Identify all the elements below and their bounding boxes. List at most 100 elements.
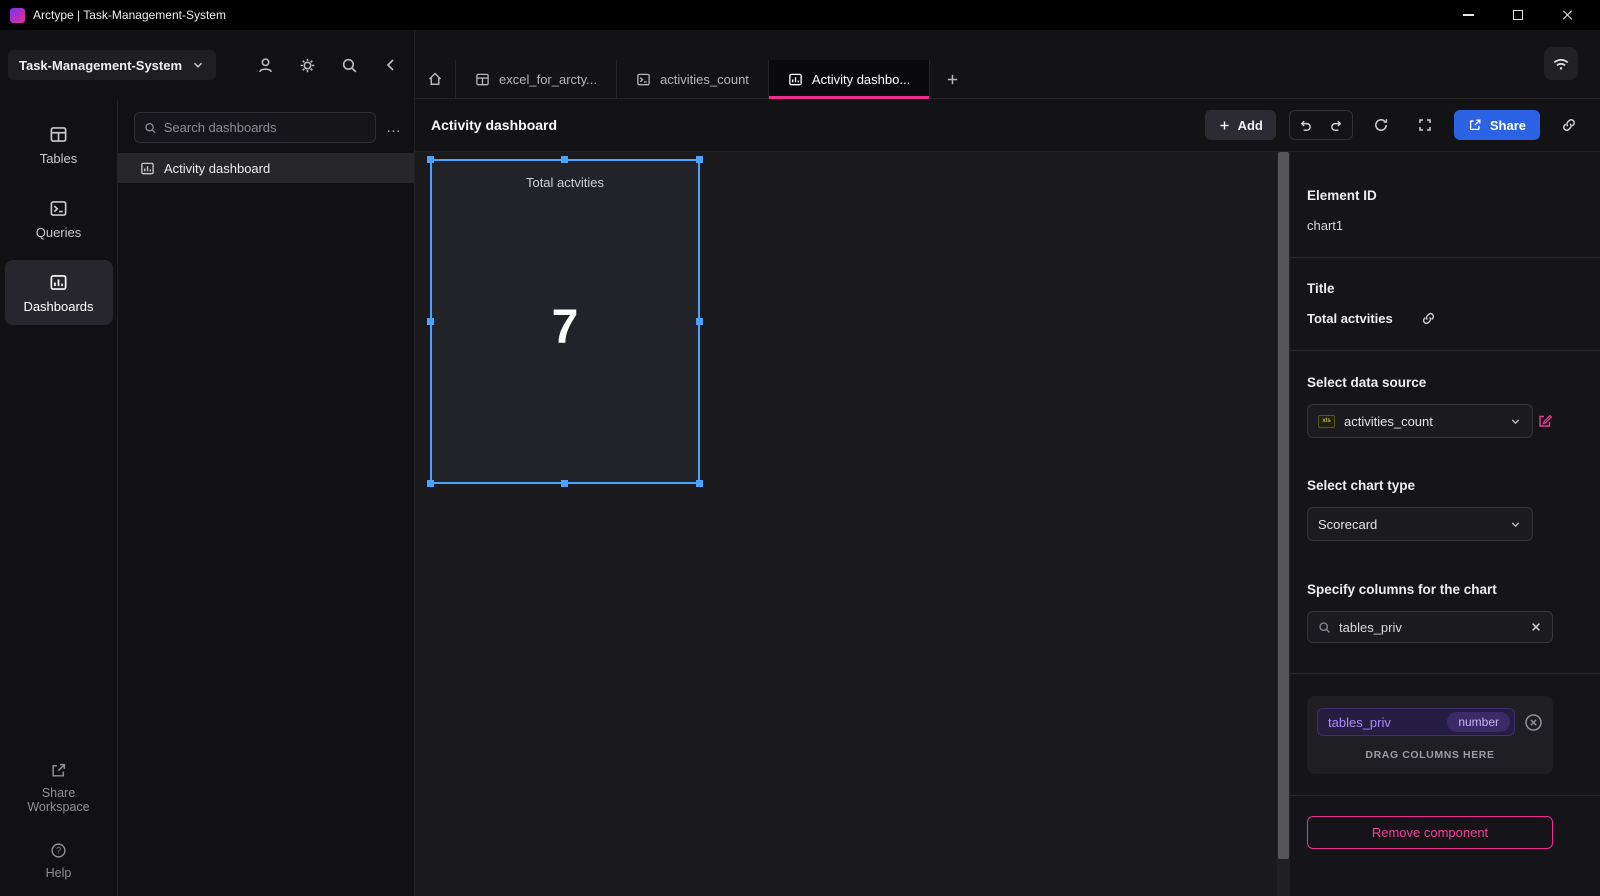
- edit-data-source-button[interactable]: [1537, 413, 1553, 429]
- redo-icon: [1331, 120, 1342, 131]
- resize-handle[interactable]: [561, 156, 568, 163]
- remove-component-button[interactable]: Remove component: [1307, 816, 1553, 849]
- undo-button[interactable]: [1290, 110, 1321, 140]
- chevron-down-icon: [1511, 418, 1520, 424]
- dashboard-list-item[interactable]: Activity dashboard: [118, 153, 414, 183]
- help-icon: ?: [51, 843, 66, 858]
- plus-icon: [1220, 120, 1229, 130]
- copy-link-button[interactable]: [1553, 110, 1584, 140]
- window-controls: [1460, 7, 1590, 23]
- collapse-sidebar-icon[interactable]: [383, 57, 399, 73]
- link-icon[interactable]: [1421, 311, 1436, 326]
- chart-type-select[interactable]: Scorecard: [1307, 507, 1533, 541]
- columns-search[interactable]: [1307, 611, 1553, 643]
- maximize-button[interactable]: [1510, 7, 1526, 23]
- tab-activity-dashboard[interactable]: Activity dashbo...: [768, 60, 931, 99]
- resize-handle[interactable]: [696, 480, 703, 487]
- table-icon: [50, 127, 67, 142]
- column-chip-name: tables_priv: [1328, 714, 1391, 730]
- resize-handle[interactable]: [561, 480, 568, 487]
- workspace-selector[interactable]: Task-Management-System: [8, 50, 217, 80]
- undo-icon: [1300, 120, 1311, 131]
- dashboards-search-input[interactable]: [163, 120, 366, 135]
- redo-button[interactable]: [1321, 110, 1352, 140]
- window-titlebar: Arctype | Task-Management-System: [0, 0, 1600, 30]
- columns-label: Specify columns for the chart: [1307, 582, 1497, 597]
- scrollbar-thumb[interactable]: [1278, 152, 1289, 859]
- resize-handle[interactable]: [696, 156, 703, 163]
- resize-handle[interactable]: [427, 317, 434, 325]
- search-icon: [1319, 621, 1330, 633]
- share-button[interactable]: Share: [1453, 110, 1540, 140]
- data-source-select[interactable]: xls activities_count: [1307, 404, 1533, 438]
- workspace-name: Task-Management-System: [19, 57, 183, 73]
- panel-overflow-menu[interactable]: …: [386, 119, 402, 136]
- columns-drop-zone[interactable]: tables_priv number DRAG COLUMNS HERE: [1307, 696, 1553, 774]
- dashboards-search[interactable]: [134, 112, 376, 143]
- element-id-label: Element ID: [1307, 188, 1377, 203]
- share-icon: [1469, 119, 1481, 131]
- sidebar-nav: Tables Queries Dashboards Share Workspac…: [0, 100, 118, 896]
- svg-text:?: ?: [56, 846, 61, 856]
- drop-zone-hint: DRAG COLUMNS HERE: [1365, 749, 1495, 761]
- search-icon[interactable]: [341, 57, 358, 74]
- fullscreen-button[interactable]: [1410, 110, 1441, 140]
- chart-type-value: Scorecard: [1318, 516, 1378, 532]
- external-link-icon: [52, 763, 66, 777]
- refresh-icon: [1375, 119, 1388, 131]
- help-label: Help: [45, 866, 72, 880]
- tab-label: Activity dashbo...: [811, 71, 911, 87]
- tab-activities-count[interactable]: activities_count: [617, 60, 769, 98]
- connection-status-button[interactable]: [1544, 47, 1578, 80]
- home-icon: [428, 72, 442, 86]
- user-icon[interactable]: [257, 57, 274, 74]
- bar-chart-icon: [789, 73, 802, 85]
- bar-chart-icon: [141, 162, 154, 174]
- sidebar-item-queries[interactable]: Queries: [5, 186, 113, 251]
- column-chip[interactable]: tables_priv number: [1317, 708, 1515, 736]
- vertical-scrollbar[interactable]: [1277, 152, 1290, 896]
- resize-handle[interactable]: [427, 480, 434, 487]
- gear-icon[interactable]: [299, 57, 316, 74]
- expand-icon: [1419, 119, 1432, 131]
- close-button[interactable]: [1560, 7, 1576, 23]
- spreadsheet-file-icon: xls: [1318, 414, 1335, 428]
- share-workspace-button[interactable]: Share Workspace: [19, 762, 99, 814]
- tab-home[interactable]: [415, 60, 456, 98]
- dashboard-item-label: Activity dashboard: [164, 160, 271, 176]
- dashboard-canvas[interactable]: Total actvities 7: [415, 152, 1277, 896]
- scorecard-value: 7: [551, 300, 579, 354]
- terminal-icon: [50, 201, 67, 216]
- resize-handle[interactable]: [427, 156, 434, 163]
- scorecard-component[interactable]: Total actvities 7: [427, 156, 703, 487]
- sidebar-item-tables[interactable]: Tables: [5, 112, 113, 177]
- scorecard-title: Total actvities: [525, 175, 605, 190]
- chevron-down-icon: [193, 62, 203, 68]
- link-icon: [1562, 119, 1575, 131]
- minimize-button[interactable]: [1460, 7, 1476, 23]
- arctype-logo-icon: [10, 7, 25, 23]
- component-inspector-panel: Element ID chart1 Title Total actvities …: [1290, 152, 1600, 896]
- bar-chart-icon: [50, 275, 67, 290]
- title-label: Title: [1307, 281, 1335, 296]
- new-tab-button[interactable]: [930, 60, 975, 98]
- clear-search-icon[interactable]: [1530, 621, 1542, 633]
- tab-label: excel_for_arcty...: [499, 71, 598, 87]
- sidebar-item-dashboards[interactable]: Dashboards: [4, 260, 113, 325]
- add-button-label: Add: [1237, 117, 1263, 133]
- add-component-button[interactable]: Add: [1204, 110, 1276, 140]
- edit-icon: [1539, 414, 1553, 427]
- sidebar-item-label: Queries: [35, 225, 82, 240]
- share-workspace-label: Share Workspace: [27, 786, 90, 814]
- column-type-badge: number: [1447, 712, 1510, 732]
- chevron-down-icon: [1511, 521, 1520, 527]
- help-button[interactable]: ? Help: [19, 842, 99, 880]
- tab-label: activities_count: [660, 71, 749, 87]
- tab-excel-for-arctype[interactable]: excel_for_arcty...: [456, 60, 618, 98]
- resize-handle[interactable]: [696, 317, 703, 325]
- remove-column-icon[interactable]: [1524, 713, 1543, 732]
- sidebar-item-label: Dashboards: [23, 299, 94, 314]
- refresh-button[interactable]: [1366, 110, 1397, 140]
- columns-search-input[interactable]: [1339, 619, 1522, 635]
- window-title: Arctype | Task-Management-System: [33, 8, 226, 22]
